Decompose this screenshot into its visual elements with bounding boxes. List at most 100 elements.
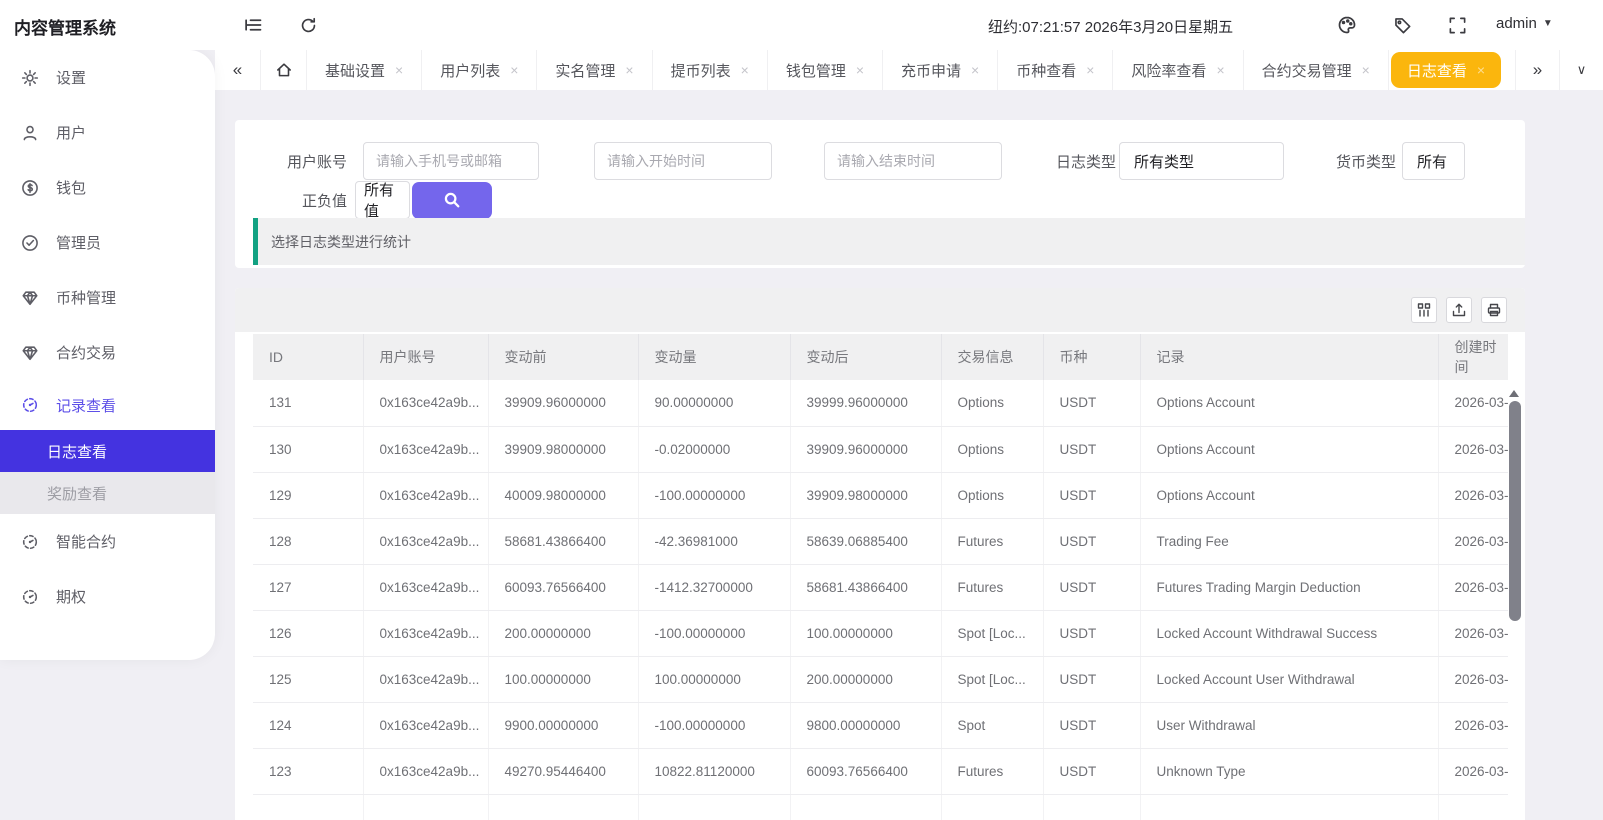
- notice-text: 选择日志类型进行统计: [271, 232, 411, 252]
- scrollbar-up-icon[interactable]: [1509, 390, 1519, 397]
- sidebar-item-options[interactable]: 期权: [0, 569, 215, 624]
- sidebar-item-smart-contract[interactable]: 智能合约: [0, 514, 215, 569]
- search-button[interactable]: [412, 182, 492, 219]
- submenu-item-reward-view[interactable]: 奖励查看: [0, 472, 215, 514]
- export-icon: [1451, 302, 1467, 318]
- cell-id: 123: [253, 748, 363, 794]
- log-table-card: ID 用户账号 变动前 变动量 变动后 交易信息 币种 记录 创建时间 1310…: [235, 288, 1525, 820]
- table-row[interactable]: 1300x163ce42a9b...39909.98000000-0.02000…: [253, 426, 1508, 472]
- currency-type-select[interactable]: 所有: [1402, 142, 1465, 180]
- sidebar-item-label: 期权: [56, 586, 86, 607]
- table-row[interactable]: 1250x163ce42a9b...100.00000000100.000000…: [253, 656, 1508, 702]
- close-icon[interactable]: ×: [1216, 62, 1224, 78]
- cell-after: 9800.00000000: [790, 702, 941, 748]
- tabs-dropdown-icon[interactable]: ∨: [1559, 50, 1603, 90]
- cell-before: 200.00000000: [488, 610, 638, 656]
- submenu-item-log-view[interactable]: 日志查看: [0, 430, 215, 472]
- tab-deposit-request[interactable]: 充币申请×: [883, 50, 998, 90]
- sidebar-item-contract-trading[interactable]: 合约交易: [0, 325, 215, 380]
- tab-withdraw-list[interactable]: 提币列表×: [653, 50, 768, 90]
- tabs-scroll-right-icon[interactable]: »: [1515, 50, 1559, 90]
- tab-risk-rate-view[interactable]: 风险率查看×: [1113, 50, 1243, 90]
- columns-toggle-button[interactable]: [1411, 297, 1437, 323]
- print-button[interactable]: [1481, 297, 1507, 323]
- close-icon[interactable]: ×: [395, 62, 403, 78]
- close-icon[interactable]: ×: [856, 62, 864, 78]
- cell-after: 58639.06885400: [790, 518, 941, 564]
- cell-record: Trading Fee: [1140, 518, 1438, 564]
- sign-select[interactable]: 所有值: [355, 181, 410, 219]
- currency-type-value: 所有: [1417, 151, 1447, 172]
- close-icon[interactable]: ×: [1086, 62, 1094, 78]
- sidebar: 设置 用户 钱包 管理员 币种管理 合约交易 记录查看 日志查看 奖励查看 智能…: [0, 50, 215, 660]
- cell-change: -42.36981000: [638, 518, 790, 564]
- cell-change: -100.00000000: [638, 610, 790, 656]
- app-title: 内容管理系统: [14, 14, 116, 39]
- main-content: 用户账号 日志类型 所有类型 货币类型 所有 正负值 所有值 选择日志类型进行统…: [215, 90, 1603, 820]
- tab-user-list[interactable]: 用户列表 ×: [422, 50, 537, 90]
- sidebar-item-label: 智能合约: [56, 531, 116, 552]
- table-row[interactable]: 1290x163ce42a9b...40009.98000000-100.000…: [253, 472, 1508, 518]
- shield-icon: [21, 234, 39, 252]
- refresh-icon[interactable]: [296, 13, 320, 37]
- end-time-input[interactable]: [824, 142, 1002, 180]
- close-icon[interactable]: ×: [1362, 62, 1370, 78]
- cell-trade: Options: [941, 472, 1043, 518]
- tab-realname-management[interactable]: 实名管理×: [537, 50, 652, 90]
- sidebar-item-settings[interactable]: 设置: [0, 50, 215, 105]
- col-coin: 币种: [1043, 334, 1140, 380]
- gem-icon: [21, 289, 39, 307]
- sidebar-item-coin-management[interactable]: 币种管理: [0, 270, 215, 325]
- cell-after: 39909.98000000: [790, 472, 941, 518]
- tag-icon[interactable]: [1390, 13, 1414, 37]
- table-row[interactable]: 1260x163ce42a9b...200.00000000-100.00000…: [253, 610, 1508, 656]
- home-tab-icon[interactable]: [261, 50, 307, 90]
- tab-base-settings[interactable]: 基础设置×: [307, 50, 422, 90]
- cell-trade: Futures: [941, 564, 1043, 610]
- table-scrollbar[interactable]: [1509, 401, 1521, 621]
- cell-id: 128: [253, 518, 363, 564]
- tab-coin-view[interactable]: 币种查看×: [998, 50, 1113, 90]
- start-time-input[interactable]: [594, 142, 772, 180]
- tab-log-view[interactable]: 日志查看×: [1391, 52, 1501, 88]
- admin-menu[interactable]: admin ▼: [1496, 15, 1553, 32]
- account-input[interactable]: [363, 142, 539, 180]
- table-row[interactable]: 1240x163ce42a9b...9900.00000000-100.0000…: [253, 702, 1508, 748]
- cell-before: 39909.96000000: [488, 380, 638, 426]
- sidebar-item-wallet[interactable]: 钱包: [0, 160, 215, 215]
- tab-wallet-management[interactable]: 钱包管理×: [768, 50, 883, 90]
- collapse-menu-icon[interactable]: [241, 13, 265, 37]
- cell-account: 0x163ce42a9b...: [363, 564, 488, 610]
- export-button[interactable]: [1446, 297, 1472, 323]
- tab-contract-trade-management[interactable]: 合约交易管理×: [1244, 50, 1389, 90]
- cell-after: 39909.96000000: [790, 426, 941, 472]
- col-before: 变动前: [488, 334, 638, 380]
- close-icon[interactable]: ×: [741, 62, 749, 78]
- sidebar-item-users[interactable]: 用户: [0, 105, 215, 160]
- table-row[interactable]: 1310x163ce42a9b...39909.9600000090.00000…: [253, 380, 1508, 426]
- cell-account: 0x163ce42a9b...: [363, 610, 488, 656]
- theme-palette-icon[interactable]: [1335, 13, 1359, 37]
- log-type-select[interactable]: 所有类型: [1119, 142, 1284, 180]
- columns-icon: [1416, 302, 1432, 318]
- col-change: 变动量: [638, 334, 790, 380]
- tab-label: 用户列表: [440, 60, 500, 81]
- table-row[interactable]: 1270x163ce42a9b...60093.76566400-1412.32…: [253, 564, 1508, 610]
- close-icon[interactable]: ×: [510, 62, 518, 78]
- fullscreen-icon[interactable]: [1445, 13, 1469, 37]
- table-row[interactable]: 1280x163ce42a9b...58681.43866400-42.3698…: [253, 518, 1508, 564]
- close-icon[interactable]: ×: [625, 62, 633, 78]
- cell-change: -0.02000000: [638, 426, 790, 472]
- table-toolbar: [235, 288, 1525, 334]
- tabs-scroll-left-icon[interactable]: «: [215, 50, 261, 90]
- cell-created: 2026-03-20: [1438, 656, 1508, 702]
- cell-account: 0x163ce42a9b...: [363, 426, 488, 472]
- table-row[interactable]: 1230x163ce42a9b...49270.9544640010822.81…: [253, 748, 1508, 794]
- sidebar-item-admins[interactable]: 管理员: [0, 215, 215, 270]
- search-icon: [443, 191, 461, 209]
- cell-trade: Futures: [941, 518, 1043, 564]
- sidebar-item-record-view[interactable]: 记录查看: [0, 380, 215, 430]
- close-icon[interactable]: ×: [971, 62, 979, 78]
- close-icon[interactable]: ×: [1477, 62, 1485, 78]
- cell-record: Locked Account Withdrawal Success: [1140, 610, 1438, 656]
